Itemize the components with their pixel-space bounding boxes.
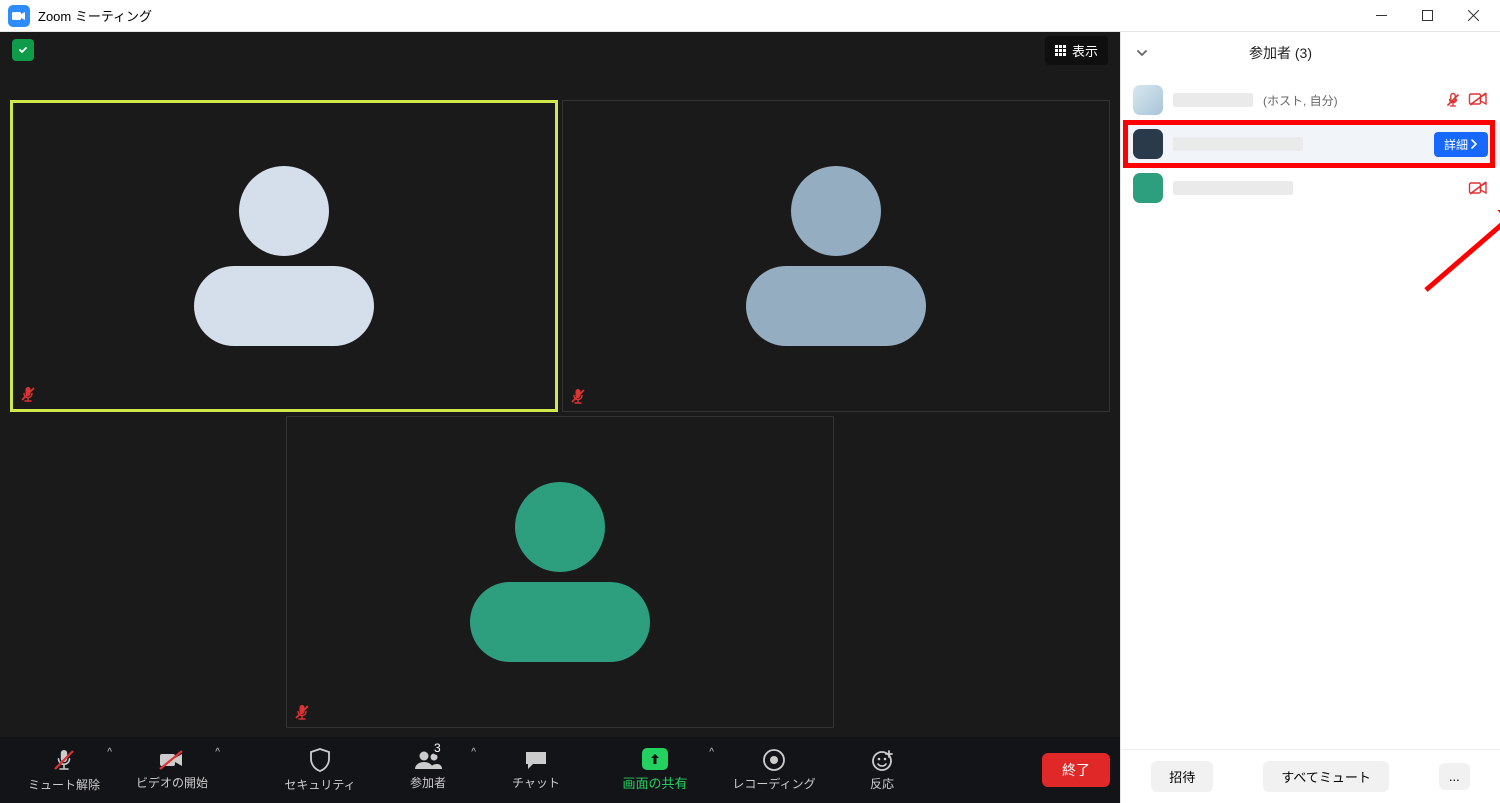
view-label: 表示 — [1072, 41, 1098, 60]
avatar-placeholder-icon — [470, 482, 650, 662]
collapse-panel-button[interactable] — [1135, 46, 1149, 60]
video-off-icon — [1468, 180, 1488, 196]
participant-name — [1173, 137, 1303, 151]
chevron-up-icon[interactable]: ^ — [107, 747, 112, 758]
emoji-plus-icon — [870, 748, 894, 772]
title-bar: Zoom ミーティング — [0, 0, 1500, 32]
participant-role: (ホスト, 自分) — [1263, 92, 1338, 109]
record-icon — [762, 748, 786, 772]
more-button[interactable]: ... — [1439, 763, 1470, 790]
record-button[interactable]: レコーディング — [720, 737, 828, 803]
participants-count: 3 — [432, 741, 443, 755]
minimize-button[interactable] — [1358, 0, 1404, 32]
end-meeting-button[interactable]: 終了 — [1042, 753, 1110, 787]
zoom-app-icon — [8, 5, 30, 27]
video-tile[interactable] — [10, 100, 558, 412]
close-button[interactable] — [1450, 0, 1496, 32]
annotation-arrow-icon — [1296, 210, 1500, 300]
muted-mic-icon — [1444, 91, 1462, 109]
chevron-up-icon[interactable]: ^ — [471, 747, 476, 758]
mute-button[interactable]: ミュート解除 ^ — [10, 737, 118, 803]
chevron-up-icon[interactable]: ^ — [215, 747, 220, 758]
security-button[interactable]: セキュリティ — [266, 737, 374, 803]
video-button[interactable]: ビデオの開始 ^ — [118, 737, 226, 803]
participants-footer: 招待 すべてミュート ... — [1121, 749, 1500, 803]
avatar — [1133, 173, 1163, 203]
participant-name — [1173, 181, 1293, 195]
video-tile[interactable] — [286, 416, 834, 728]
avatar-placeholder-icon — [194, 166, 374, 346]
shield-icon — [308, 747, 332, 773]
view-button[interactable]: 表示 — [1045, 36, 1108, 65]
invite-button[interactable]: 招待 — [1151, 761, 1213, 792]
maximize-button[interactable] — [1404, 0, 1450, 32]
window-title: Zoom ミーティング — [38, 6, 152, 25]
reactions-button[interactable]: 反応 — [828, 737, 936, 803]
video-area: 表示 — [0, 32, 1120, 803]
meeting-toolbar: ミュート解除 ^ ビデオの開始 ^ セキュリティ 3 参加者 ^ チャット — [0, 737, 1120, 803]
chevron-down-icon — [1135, 46, 1149, 60]
grid-icon — [1055, 45, 1066, 56]
participant-row[interactable]: 詳細 — [1121, 122, 1500, 166]
muted-mic-icon — [19, 385, 37, 403]
chevron-right-icon — [1470, 139, 1478, 149]
avatar-placeholder-icon — [746, 166, 926, 346]
muted-mic-icon — [293, 703, 311, 721]
participant-detail-button[interactable]: 詳細 — [1434, 132, 1488, 157]
participants-title: 参加者 (3) — [1249, 43, 1312, 63]
chevron-up-icon[interactable]: ^ — [709, 747, 714, 758]
encryption-shield-icon[interactable] — [12, 39, 34, 61]
share-screen-button[interactable]: 画面の共有 ^ — [590, 737, 720, 803]
video-off-icon — [1468, 91, 1488, 109]
participants-panel: 参加者 (3) (ホスト, 自分) 詳細 — [1120, 32, 1500, 803]
participant-row[interactable] — [1121, 166, 1500, 210]
muted-mic-icon — [569, 387, 587, 405]
participants-button[interactable]: 3 参加者 ^ — [374, 737, 482, 803]
avatar — [1133, 129, 1163, 159]
video-tile[interactable] — [562, 100, 1110, 412]
chat-button[interactable]: チャット — [482, 737, 590, 803]
mute-all-button[interactable]: すべてミュート — [1263, 761, 1389, 792]
chat-icon — [523, 749, 549, 771]
participant-name — [1173, 93, 1253, 107]
participant-row[interactable]: (ホスト, 自分) — [1121, 78, 1500, 122]
share-screen-icon — [642, 748, 668, 770]
camera-slash-icon — [158, 749, 186, 771]
avatar — [1133, 85, 1163, 115]
mic-slash-icon — [51, 747, 77, 773]
